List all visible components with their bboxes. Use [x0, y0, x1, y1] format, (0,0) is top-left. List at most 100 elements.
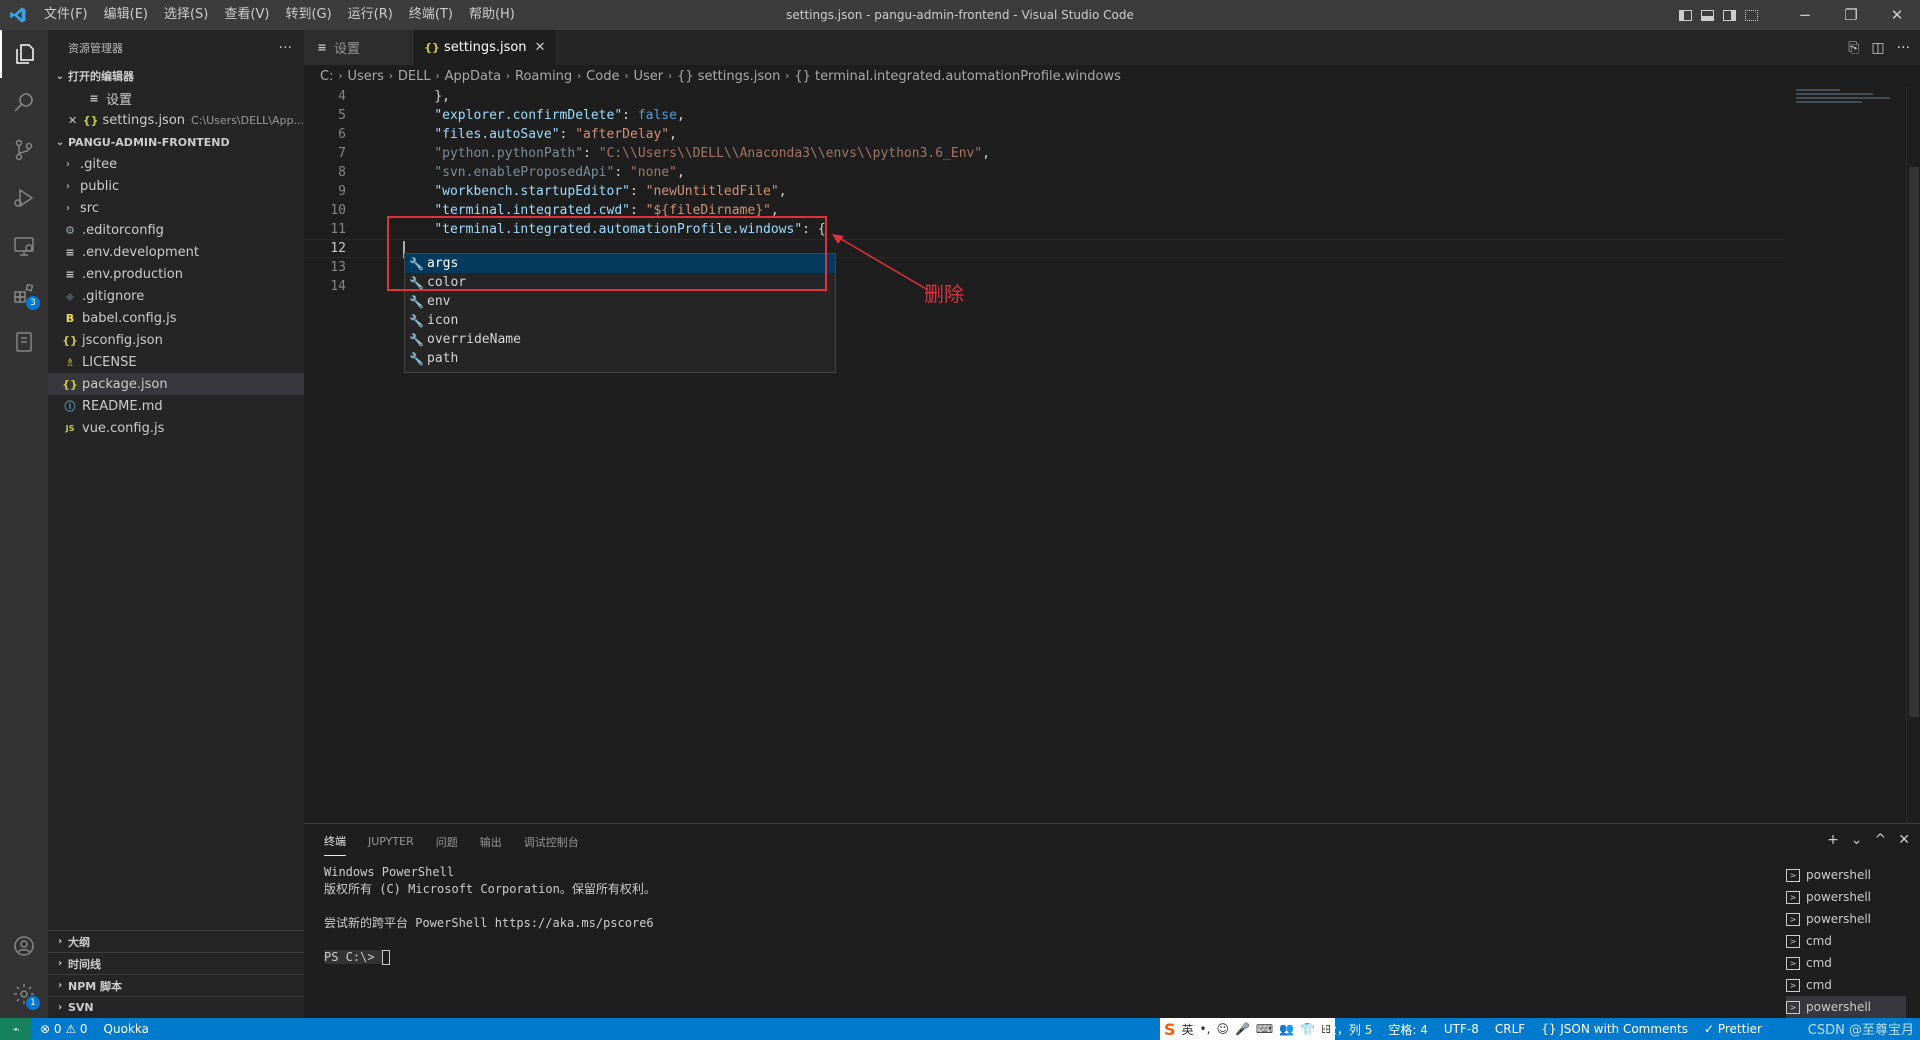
menu-item[interactable]: 转到(G) — [277, 0, 339, 30]
file-item[interactable]: ⓘ README.md — [48, 395, 304, 417]
file-item[interactable]: JS vue.config.js — [48, 417, 304, 439]
eol-status[interactable]: CRLF — [1487, 1022, 1533, 1036]
manage-gear-icon[interactable]: 1 — [0, 970, 48, 1018]
editor-scrollbar[interactable] — [1906, 87, 1920, 823]
close-icon[interactable]: ✕ — [68, 114, 83, 127]
sogou-logo-icon[interactable]: S — [1164, 1020, 1176, 1039]
collapsed-section[interactable]: › 时间线 — [48, 952, 304, 974]
panel-tab[interactable]: 输出 — [480, 828, 502, 856]
menu-item[interactable]: 终端(T) — [401, 0, 461, 30]
menu-item[interactable]: 选择(S) — [156, 0, 216, 30]
collapsed-section[interactable]: › SVN — [48, 996, 304, 1018]
more-actions-button[interactable]: ··· — [279, 40, 292, 56]
ime-tool-icon[interactable]: 👥 — [1279, 1022, 1294, 1036]
suggestion-item[interactable]: 🔧 path — [405, 349, 835, 368]
menu-item[interactable]: 查看(V) — [216, 0, 277, 30]
new-terminal-icon[interactable]: + — [1827, 832, 1839, 848]
open-editor-item[interactable]: ✕{} settings.json C:\Users\DELL\App... — [48, 109, 304, 131]
prettier-status[interactable]: ✓ Prettier — [1696, 1022, 1770, 1036]
suggestion-item[interactable]: 🔧 env — [405, 292, 835, 311]
indentation-status[interactable]: 空格: 4 — [1380, 1021, 1436, 1038]
editor-tab[interactable]: ≡ 设置 — [304, 30, 414, 65]
run-debug-icon[interactable] — [0, 174, 48, 222]
folder-item[interactable]: › .gitee — [48, 153, 304, 175]
breadcrumb-item[interactable]: Code — [586, 69, 619, 84]
terminal-instance[interactable]: > powershell — [1786, 886, 1906, 908]
cursor-position-status[interactable]: 行 12，列 5 — [1298, 1021, 1381, 1038]
search-icon[interactable] — [0, 78, 48, 126]
menu-item[interactable]: 编辑(E) — [96, 0, 156, 30]
extensions-icon[interactable]: 3 — [0, 270, 48, 318]
folder-item[interactable]: › public — [48, 175, 304, 197]
file-item[interactable]: {} jsconfig.json — [48, 329, 304, 351]
toggle-sidebar-icon[interactable] — [1674, 0, 1696, 30]
close-window-button[interactable]: ✕ — [1874, 0, 1920, 30]
suggestion-item[interactable]: 🔧 icon — [405, 311, 835, 330]
toggle-panel-icon[interactable] — [1696, 0, 1718, 30]
quokka-status[interactable]: Quokka — [96, 1022, 157, 1036]
collapsed-section[interactable]: › NPM 脚本 — [48, 974, 304, 996]
file-item[interactable]: ♗ LICENSE — [48, 351, 304, 373]
breadcrumb-item[interactable]: Roaming — [515, 69, 572, 84]
toggle-secondary-sidebar-icon[interactable] — [1718, 0, 1740, 30]
breadcrumb-item[interactable]: User — [633, 69, 663, 84]
file-item[interactable]: ◆ .gitignore — [48, 285, 304, 307]
open-editors-header[interactable]: ⌄ 打开的编辑器 — [48, 65, 304, 87]
collapsed-section[interactable]: › 大纲 — [48, 930, 304, 952]
project-header[interactable]: ⌄ PANGU-ADMIN-FRONTEND — [48, 131, 304, 153]
ime-tool-icon[interactable]: 英 — [1182, 1021, 1194, 1038]
breadcrumb-item[interactable]: {} settings.json — [677, 69, 780, 84]
panel-tab[interactable]: 问题 — [436, 828, 458, 856]
maximize-panel-icon[interactable]: ^ — [1875, 832, 1887, 848]
explorer-icon[interactable] — [0, 30, 48, 78]
ime-tool-icon[interactable]: 🎤 — [1235, 1022, 1250, 1036]
breadcrumb-item[interactable]: Users — [347, 69, 383, 84]
file-item[interactable]: Bbabel.config.js — [48, 307, 304, 329]
menu-item[interactable]: 帮助(H) — [461, 0, 523, 30]
menu-item[interactable]: 文件(F) — [36, 0, 96, 30]
terminal-output[interactable]: Windows PowerShell 版权所有 (C) Microsoft Cor… — [324, 864, 656, 966]
ime-tool-icon[interactable]: ⌨ — [1256, 1022, 1273, 1036]
remote-indicator[interactable]: ⌁ — [0, 1018, 32, 1040]
terminal-instance[interactable]: > cmd — [1786, 930, 1906, 952]
terminal-instance[interactable]: > powershell — [1786, 864, 1906, 886]
customize-layout-icon[interactable] — [1740, 0, 1762, 30]
chevron-down-icon[interactable]: ⌄ — [1851, 832, 1863, 848]
accounts-icon[interactable] — [0, 922, 48, 970]
remote-explorer-icon[interactable] — [0, 222, 48, 270]
open-settings-ui-icon[interactable]: ⎘ — [1848, 40, 1859, 56]
folder-item[interactable]: › src — [48, 197, 304, 219]
ime-tool-icon[interactable]: •, — [1200, 1022, 1211, 1036]
terminal-instance[interactable]: > cmd — [1786, 952, 1906, 974]
file-item[interactable]: ⚙ .editorconfig — [48, 219, 304, 241]
maximize-button[interactable]: ❐ — [1828, 0, 1874, 30]
terminal-instance[interactable]: > powershell — [1786, 996, 1906, 1018]
file-item[interactable]: ≡ .env.development — [48, 241, 304, 263]
source-control-icon[interactable] — [0, 126, 48, 174]
open-editor-item[interactable]: ≡ 设置 — [48, 87, 304, 109]
minimize-button[interactable]: − — [1782, 0, 1828, 30]
file-item[interactable]: {} package.json — [48, 373, 304, 395]
breadcrumb-item[interactable]: {} terminal.integrated.automationProfile… — [794, 69, 1121, 84]
panel-tab[interactable]: 终端 — [324, 827, 346, 856]
panel-tab[interactable]: JUPYTER — [368, 829, 414, 854]
notebook-icon[interactable] — [0, 318, 48, 366]
close-panel-icon[interactable]: ✕ — [1898, 832, 1910, 848]
file-item[interactable]: ≡ .env.production — [48, 263, 304, 285]
menu-item[interactable]: 运行(R) — [340, 0, 401, 30]
terminal-instance[interactable]: > cmd — [1786, 974, 1906, 996]
split-editor-icon[interactable]: ◫ — [1871, 40, 1884, 56]
more-actions-icon[interactable]: ··· — [1897, 40, 1910, 56]
encoding-status[interactable]: UTF-8 — [1436, 1022, 1487, 1036]
editor-tab[interactable]: {} settings.json ✕ — [414, 30, 557, 65]
problems-status[interactable]: ⊗ 0 ⚠ 0 — [32, 1022, 96, 1036]
suggestion-item[interactable]: 🔧 overrideName — [405, 330, 835, 349]
terminal-instance[interactable]: > powershell — [1786, 908, 1906, 930]
ime-tool-icon[interactable]: ☺ — [1216, 1022, 1229, 1036]
breadcrumb-item[interactable]: DELL — [398, 69, 431, 84]
code-editor[interactable]: 4 }, 5 "explorer.confirmDelete": false, 6 … — [304, 87, 1920, 823]
minimap[interactable] — [1796, 87, 1906, 117]
close-icon[interactable]: ✕ — [535, 40, 546, 55]
language-mode-status[interactable]: {} JSON with Comments — [1533, 1022, 1696, 1036]
breadcrumb-item[interactable]: C: — [320, 69, 333, 84]
